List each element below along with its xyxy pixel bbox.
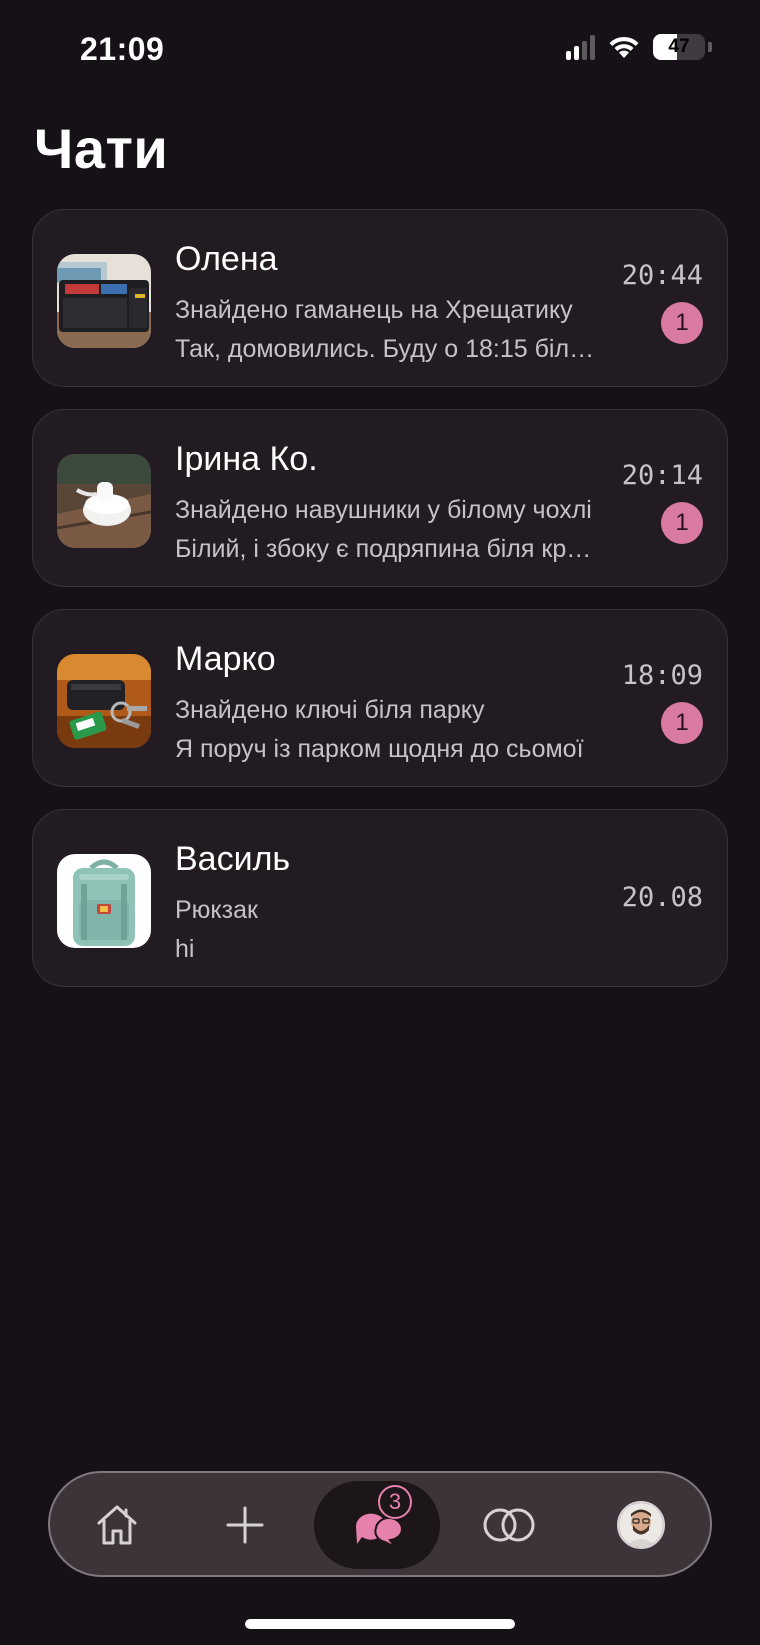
chat-time: 20:14: [621, 460, 703, 491]
tab-profile[interactable]: [578, 1481, 704, 1569]
status-bar: 21:09 47: [0, 0, 760, 100]
chat-name: Ірина Ко.: [175, 440, 318, 478]
unread-badge: 1: [661, 302, 703, 344]
battery-percent: 47: [668, 36, 690, 57]
chat-name: Олена: [175, 240, 278, 278]
unread-badge: 1: [661, 702, 703, 744]
chat-preview: Так, домовились. Буду о 18:15 біля входу: [175, 335, 595, 363]
battery-cap: [708, 42, 712, 52]
chat-preview: Білий, і збоку є подряпина біля кришки: [175, 535, 595, 563]
page-title: Чати: [34, 117, 169, 180]
chat-item-olena[interactable]: Олена Знайдено гаманець на Хрещатику Так…: [32, 209, 728, 387]
wallet-thumbnail: [57, 254, 151, 348]
home-icon: [97, 1505, 137, 1545]
chat-time: 20.08: [621, 882, 703, 913]
plus-icon: [226, 1506, 264, 1544]
chat-time: 20:44: [621, 260, 703, 291]
unread-badge: 1: [661, 502, 703, 544]
tab-chats[interactable]: 3: [314, 1481, 440, 1569]
profile-avatar: [617, 1501, 665, 1549]
cellular-signal-icon: [566, 34, 595, 60]
chat-item-marko[interactable]: Марко Знайдено ключі біля парку Я поруч …: [32, 609, 728, 787]
home-indicator: [245, 1619, 515, 1629]
chats-badge: 3: [378, 1485, 412, 1519]
chat-subject: Знайдено гаманець на Хрещатику: [175, 296, 573, 324]
tab-matches[interactable]: [446, 1481, 572, 1569]
chat-subject: Рюкзак: [175, 896, 258, 924]
battery-icon: 47: [653, 34, 705, 60]
status-icons: 47: [566, 34, 712, 60]
tab-bar: 3: [48, 1471, 712, 1577]
chat-list: Олена Знайдено гаманець на Хрещатику Так…: [32, 209, 728, 1009]
tab-add[interactable]: [182, 1481, 308, 1569]
backpack-thumbnail: [57, 854, 151, 948]
tab-home[interactable]: [54, 1481, 180, 1569]
chat-preview: Я поруч із парком щодня до сьомої: [175, 735, 584, 763]
chat-item-iryna[interactable]: Ірина Ко. Знайдено навушники у білому чо…: [32, 409, 728, 587]
chat-preview: hi: [175, 935, 195, 963]
chat-name: Марко: [175, 640, 276, 678]
chat-subject: Знайдено ключі біля парку: [175, 696, 485, 724]
chat-time: 18:09: [621, 660, 703, 691]
keys-thumbnail: [57, 654, 151, 748]
rings-icon: [483, 1508, 535, 1542]
wifi-icon: [609, 36, 639, 58]
chat-item-vasyl[interactable]: Василь Рюкзак hi 20.08: [32, 809, 728, 987]
chat-name: Василь: [175, 840, 291, 878]
earbuds-thumbnail: [57, 454, 151, 548]
chat-subject: Знайдено навушники у білому чохлі: [175, 496, 592, 524]
status-time: 21:09: [80, 31, 165, 67]
